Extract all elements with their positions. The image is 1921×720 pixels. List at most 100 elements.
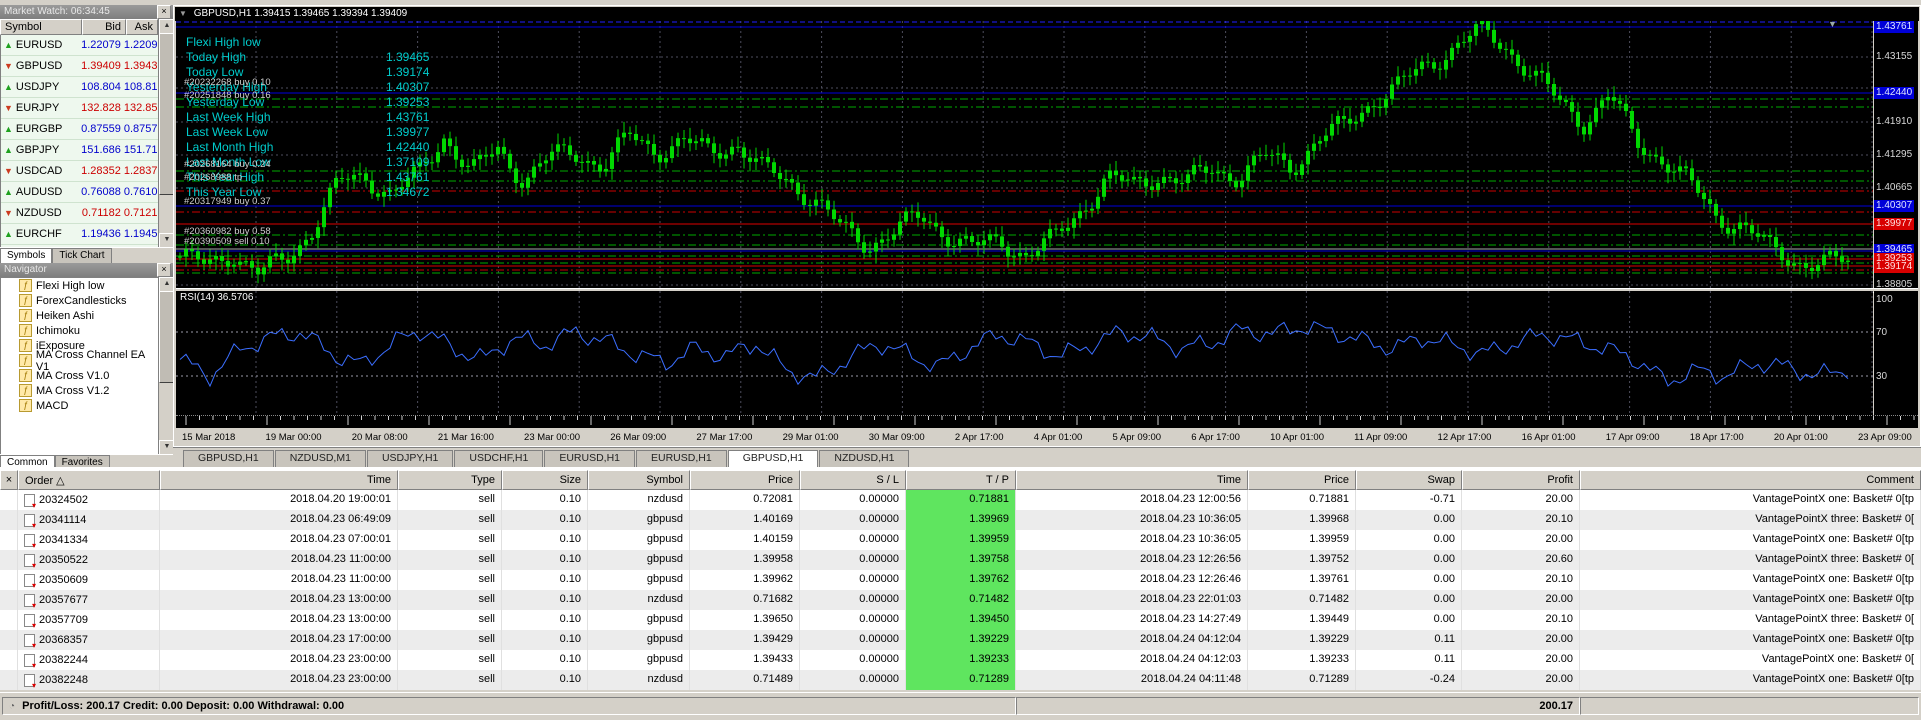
navigator-scrollbar[interactable]: ▲ ▼	[158, 277, 175, 455]
price-chart-plot[interactable]: Flexi High low Today High 1.39465 Today Low…	[176, 21, 1873, 288]
market-watch-row[interactable]: ▼NZDUSD0.711820.71213	[1, 203, 159, 224]
cell-profit: 20.00	[1462, 630, 1580, 650]
tab-symbols[interactable]: Symbols	[0, 248, 53, 263]
chart-tab-gbpusd-h1[interactable]: GBPUSD,H1	[727, 450, 819, 467]
order-doc-icon	[24, 513, 36, 530]
column-profit[interactable]: Profit	[1462, 470, 1580, 490]
chart-shift-icon[interactable]: ▼	[1828, 21, 1837, 29]
column-swap[interactable]: Swap	[1356, 470, 1462, 490]
column-symbol[interactable]: Symbol	[588, 470, 690, 490]
cell-time: 2018.04.23 10:36:05	[1016, 510, 1248, 530]
market-watch-row[interactable]: ▼USDCAD1.283521.28372	[1, 161, 159, 182]
column-order[interactable]: Order △	[18, 470, 160, 490]
close-icon[interactable]: ×	[157, 5, 171, 19]
chart-tab-eurusd-h1[interactable]: EURUSD,H1	[544, 450, 635, 467]
navigator-item[interactable]: ƒ ForexCandlesticks	[1, 293, 159, 308]
collapse-icon[interactable]: ▼	[179, 9, 187, 18]
column-s-l[interactable]: S / L	[800, 470, 906, 490]
market-watch-row[interactable]: ▲AUDUSD0.760880.76107	[1, 182, 159, 203]
column-t-p[interactable]: T / P	[906, 470, 1016, 490]
chart-tab-nzdusd-h1[interactable]: NZDUSD,H1	[819, 450, 910, 467]
market-watch-row[interactable]: ▲USDJPY108.804108.817	[1, 77, 159, 98]
market-watch-row[interactable]: ▼EURJPY132.828132.851	[1, 98, 159, 119]
chart-title-bar[interactable]: ▼ GBPUSD,H1 1.39415 1.39465 1.39394 1.39…	[175, 7, 1919, 21]
column-time[interactable]: Time	[160, 470, 398, 490]
navigator-item[interactable]: ƒ Flexi High low	[1, 278, 159, 293]
orders-close-button[interactable]: ×	[0, 470, 18, 490]
navigator-title[interactable]: Navigator ×	[0, 263, 173, 277]
column-comment[interactable]: Comment	[1580, 470, 1921, 490]
order-row[interactable]: 20382248 2018.04.23 23:00:00sell0.10nzdus…	[0, 670, 1921, 690]
chart-tab-nzdusd-m1[interactable]: NZDUSD,M1	[274, 450, 366, 467]
column-price[interactable]: Price	[690, 470, 800, 490]
cell-order: 20382248	[18, 670, 160, 690]
cell-swap: 0.00	[1356, 570, 1462, 590]
order-row[interactable]: 20324502 2018.04.20 19:00:01sell0.10nzdus…	[0, 490, 1921, 510]
cell-symbol: nzdusd	[588, 590, 690, 610]
market-watch-row[interactable]: ▲EURUSD1.220791.22093	[1, 35, 159, 56]
market-watch-row[interactable]: ▲EURCHF1.194361.19458	[1, 224, 159, 245]
mt4-terminal: Market Watch: 06:34:45 × Symbol Bid Ask …	[0, 0, 1921, 720]
navigator-item[interactable]: ƒ Heiken Ashi	[1, 308, 159, 323]
chart-tab-usdchf-h1[interactable]: USDCHF,H1	[454, 450, 544, 467]
rsi-tick: 70	[1876, 327, 1888, 338]
close-icon[interactable]: ×	[157, 263, 171, 277]
price-level-badge: 1.39174	[1874, 261, 1915, 273]
order-row[interactable]: 20350609 2018.04.23 11:00:00sell0.10gbpus…	[0, 570, 1921, 590]
cell-t-p: 0.71289	[906, 670, 1016, 690]
time-axis-label: 2 Apr 17:00	[954, 431, 1004, 443]
market-watch-scrollbar[interactable]: ▲ ▼	[158, 19, 175, 248]
time-axis-label: 20 Mar 08:00	[351, 431, 408, 443]
order-row[interactable]: 20341334 2018.04.23 07:00:01sell0.10gbpus…	[0, 530, 1921, 550]
row-spacer	[0, 630, 18, 650]
time-axis-labels[interactable]: 15 Mar 2018 19 Mar 00:00 20 Mar 08:00 21 Ma…	[176, 428, 1918, 446]
cell-time: 2018.04.23 12:26:56	[1016, 550, 1248, 570]
column-size[interactable]: Size	[502, 470, 588, 490]
up-arrow-icon: ▲	[4, 82, 13, 92]
column-type[interactable]: Type	[398, 470, 502, 490]
cell-size: 0.10	[502, 570, 588, 590]
navigator-item[interactable]: ƒ Ichimoku	[1, 323, 159, 338]
symbol-name: AUDUSD	[15, 186, 63, 198]
cell-time: 2018.04.23 12:26:46	[1016, 570, 1248, 590]
column-symbol[interactable]: Symbol	[0, 19, 82, 35]
rsi-axis[interactable]: 100 70 30	[1874, 291, 1918, 415]
price-axis[interactable]: 1.43761 1.43155 1.42440 1.41910 1.41295 1.406…	[1874, 21, 1918, 290]
time-axis-label: 20 Apr 01:00	[1773, 431, 1828, 443]
market-watch-row[interactable]: ▲GBPJPY151.686151.719	[1, 140, 159, 161]
cell-s-l: 0.00000	[800, 650, 906, 670]
column-ask[interactable]: Ask	[126, 19, 158, 35]
order-id: 20382248	[39, 674, 88, 686]
order-row[interactable]: 20350522 2018.04.23 11:00:00sell0.10gbpus…	[0, 550, 1921, 570]
market-watch-row[interactable]: ▲EURGBP0.875590.87577	[1, 119, 159, 140]
navigator-item[interactable]: ƒ MA Cross V1.2	[1, 383, 159, 398]
market-watch-title[interactable]: Market Watch: 06:34:45 ×	[0, 5, 173, 19]
up-arrow-icon: ▲	[4, 40, 13, 50]
tab-tick-chart[interactable]: Tick Chart	[52, 248, 112, 263]
cell-t-p: 1.39762	[906, 570, 1016, 590]
time-axis-label: 10 Apr 01:00	[1270, 431, 1324, 443]
order-row[interactable]: 20357677 2018.04.23 13:00:00sell0.10nzdus…	[0, 590, 1921, 610]
market-watch-row[interactable]: ▼GBPUSD1.394091.39430	[1, 56, 159, 77]
navigator-item[interactable]: ƒ MACD	[1, 398, 159, 413]
order-row[interactable]: 20341114 2018.04.23 06:49:09sell0.10gbpus…	[0, 510, 1921, 530]
chart-tab-usdjpy-h1[interactable]: USDJPY,H1	[366, 450, 454, 467]
status-spacer	[1580, 697, 1919, 715]
column-price[interactable]: Price	[1248, 470, 1356, 490]
column-time[interactable]: Time	[1016, 470, 1248, 490]
navigator-item[interactable]: ƒ MA Cross Channel EA V1	[1, 349, 159, 373]
chart-tab-gbpusd-h1[interactable]: GBPUSD,H1	[183, 450, 274, 467]
ask-value: 0.76107	[123, 186, 159, 198]
order-row[interactable]: 20368357 2018.04.23 17:00:00sell0.10gbpus…	[0, 630, 1921, 650]
symbol-cell: ▲ EURGBP	[1, 123, 78, 135]
rsi-plot[interactable]: RSI(14) 36.5706	[176, 291, 1873, 415]
cell-profit: 20.00	[1462, 590, 1580, 610]
down-arrow-icon: ▼	[4, 166, 13, 176]
order-id: 20382244	[39, 654, 88, 666]
chart-tab-eurusd-h1[interactable]: EURUSD,H1	[636, 450, 727, 467]
order-row[interactable]: 20357709 2018.04.23 13:00:00sell0.10gbpus…	[0, 610, 1921, 630]
cell-size: 0.10	[502, 490, 588, 510]
column-bid[interactable]: Bid	[82, 19, 126, 35]
order-row[interactable]: 20382244 2018.04.23 23:00:00sell0.10gbpus…	[0, 650, 1921, 670]
cell-swap: -0.24	[1356, 670, 1462, 690]
